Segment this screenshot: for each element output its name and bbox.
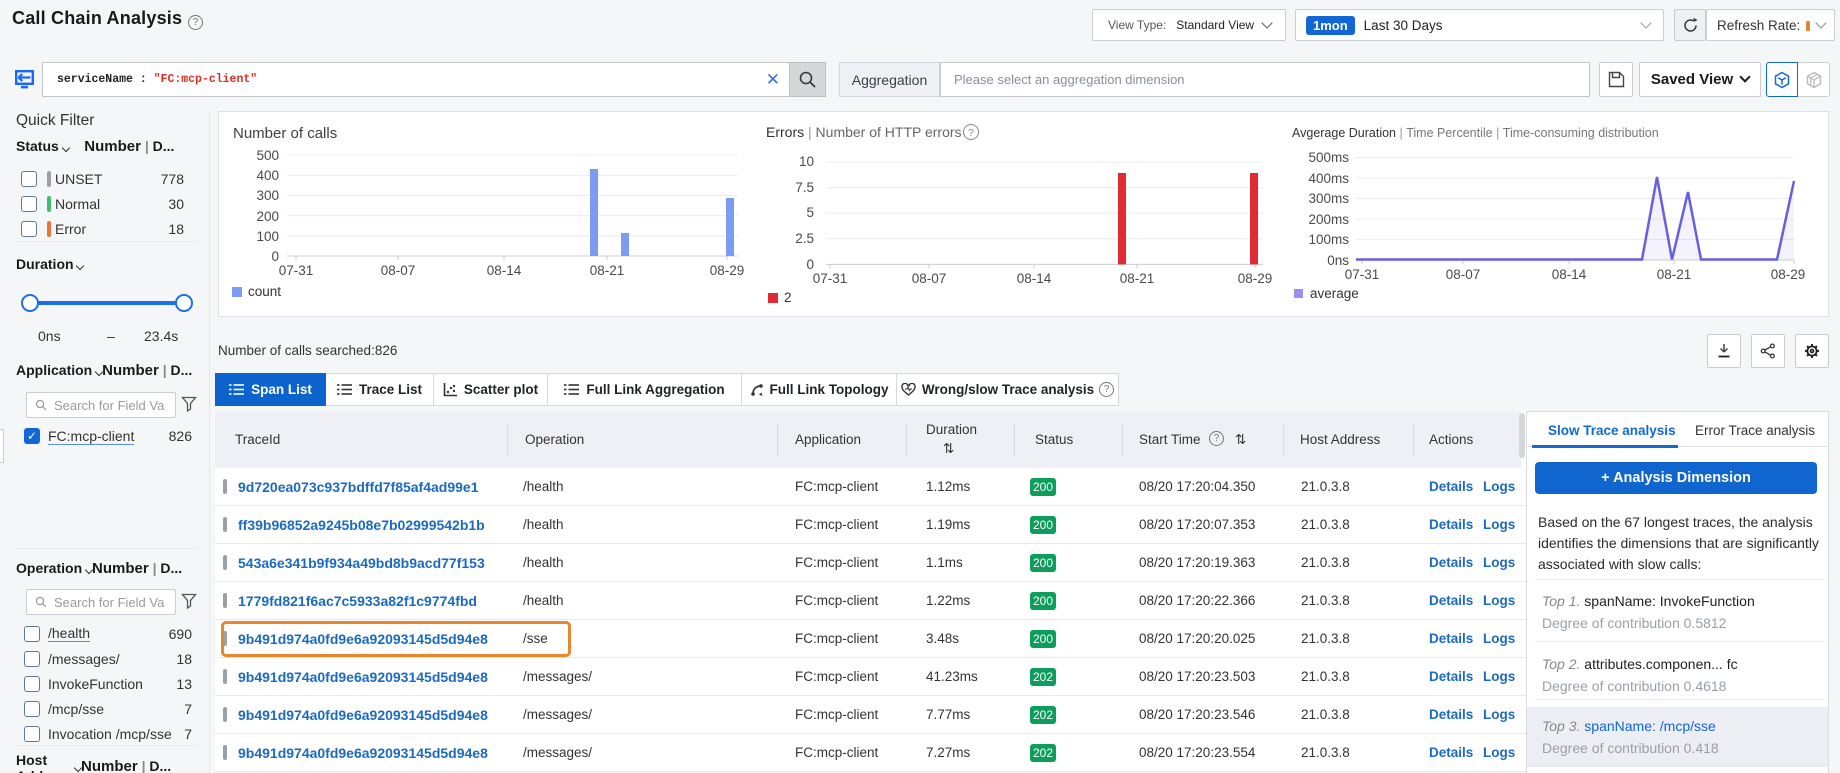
svg-text:200: 200: [256, 209, 279, 224]
svg-text:count: count: [248, 284, 281, 299]
svg-text:07-31: 07-31: [279, 263, 314, 278]
svg-text:Number of calls: Number of calls: [233, 125, 337, 142]
svg-text:5: 5: [806, 205, 814, 220]
svg-text:08-21: 08-21: [590, 263, 625, 278]
svg-text:?: ?: [968, 128, 974, 139]
svg-text:0: 0: [271, 249, 279, 264]
svg-text:07-31: 07-31: [813, 271, 848, 286]
svg-text:400: 400: [256, 168, 279, 183]
svg-text:08-07: 08-07: [381, 263, 416, 278]
svg-text:100ms: 100ms: [1308, 232, 1349, 247]
svg-text:500: 500: [256, 148, 279, 163]
svg-text:08-29: 08-29: [710, 263, 745, 278]
svg-text:7.5: 7.5: [795, 180, 814, 195]
svg-text:500ms: 500ms: [1308, 150, 1349, 165]
svg-text:0: 0: [806, 257, 814, 272]
svg-text:08-29: 08-29: [1238, 271, 1273, 286]
svg-text:10: 10: [799, 154, 814, 169]
svg-text:08-14: 08-14: [487, 263, 522, 278]
svg-text:Avgerage Duration | Time Perce: Avgerage Duration | Time Percentile | Ti…: [1292, 126, 1659, 140]
svg-text:08-21: 08-21: [1657, 267, 1692, 282]
svg-text:08-07: 08-07: [912, 271, 947, 286]
svg-text:08-14: 08-14: [1552, 267, 1587, 282]
svg-text:average: average: [1310, 286, 1359, 301]
svg-text:07-31: 07-31: [1345, 267, 1380, 282]
svg-text:2: 2: [784, 290, 792, 305]
svg-text:0ns: 0ns: [1327, 253, 1349, 268]
svg-text:300ms: 300ms: [1308, 191, 1349, 206]
svg-text:Errors | Number of HTTP errors: Errors | Number of HTTP errors: [766, 124, 962, 140]
svg-text:08-29: 08-29: [1771, 267, 1806, 282]
svg-text:08-07: 08-07: [1446, 267, 1481, 282]
svg-text:300: 300: [256, 188, 279, 203]
svg-text:100: 100: [256, 229, 279, 244]
svg-text:08-14: 08-14: [1017, 271, 1052, 286]
svg-text:08-21: 08-21: [1120, 271, 1155, 286]
svg-text:400ms: 400ms: [1308, 171, 1349, 186]
svg-text:2.5: 2.5: [795, 231, 814, 246]
svg-text:200ms: 200ms: [1308, 212, 1349, 227]
